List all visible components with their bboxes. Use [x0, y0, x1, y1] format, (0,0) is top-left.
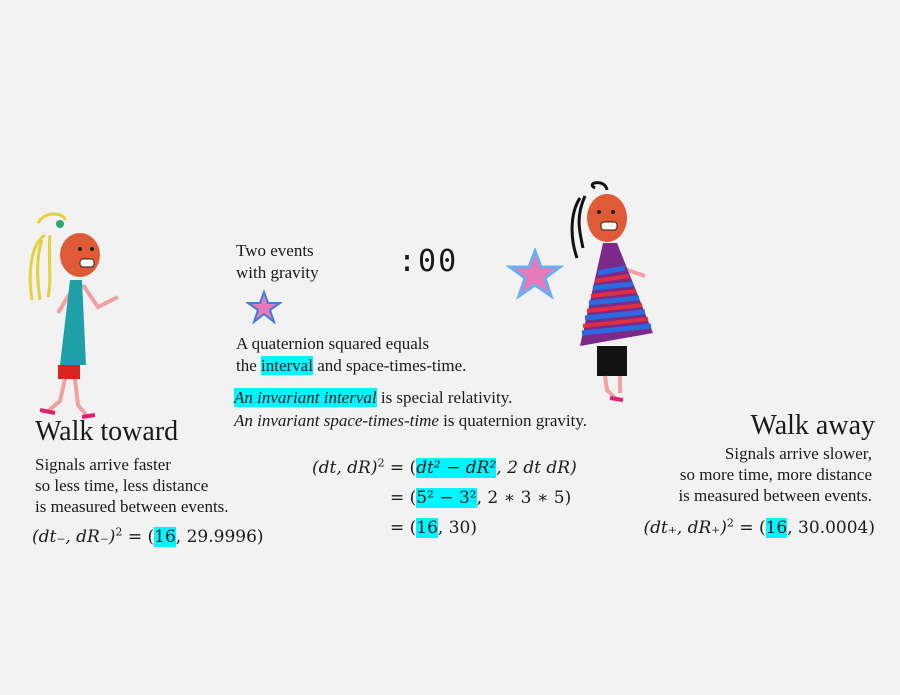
interval-highlight: interval	[261, 356, 313, 375]
equation-highlight: 16	[154, 527, 176, 547]
walk-away-equation: (dt₊, dR₊)2 = (16, 30.0004)	[643, 516, 875, 538]
statement-line: A quaternion squared equals	[236, 334, 430, 353]
equation-highlight: 16	[416, 518, 438, 538]
walk-away-figure	[570, 181, 653, 402]
description-line: so less time, less distance	[35, 476, 209, 495]
equation-highlight: dt² − dR²	[416, 458, 497, 478]
equation-rest: , 2 ∗ 3 ∗ 5)	[476, 488, 572, 508]
title-line: with gravity	[236, 263, 319, 282]
page-title: Two events with gravity	[236, 240, 319, 284]
description-line: is measured between events.	[678, 486, 872, 505]
timer-display: :00	[398, 244, 459, 279]
statement-text: is quaternion gravity.	[438, 411, 587, 430]
title-line: Two events	[236, 241, 314, 260]
equation-lhs: (dt, dR)	[312, 458, 378, 478]
description-line: is measured between events.	[35, 497, 229, 516]
walk-toward-equation: (dt₋, dR₋)2 = (16, 29.9996)	[32, 525, 264, 547]
equation-highlight: 16	[765, 518, 788, 538]
walk-toward-description: Signals arrive faster so less time, less…	[35, 454, 229, 517]
star-icon	[506, 248, 564, 300]
statement-text: the	[236, 356, 262, 375]
walk-toward-heading: Walk toward	[35, 416, 179, 447]
description-line: so more time, more distance	[679, 465, 872, 484]
description-line: Signals arrive slower,	[724, 444, 872, 463]
star-icon	[246, 290, 282, 324]
equation-highlight: 5² − 3²	[416, 488, 477, 508]
equation-rest: , 2 dt dR)	[496, 458, 577, 478]
equation-lhs: (dt₊, dR₊)	[643, 518, 727, 538]
statement-text: and space-times-time.	[312, 356, 467, 375]
quaternion-statement: A quaternion squared equals the interval…	[236, 333, 466, 377]
invariant-interval-highlight: An invariant interval	[234, 388, 377, 407]
statement-italic: An invariant space-times-time	[234, 411, 439, 430]
walk-away-heading: Walk away	[750, 410, 875, 441]
equation-rest: , 30.0004)	[787, 518, 875, 538]
equation-rest: , 30)	[437, 518, 477, 538]
invariant-statement: An invariant interval is special relativ…	[234, 386, 587, 432]
center-equation: (dt, dR)2 = (dt² − dR², 2 dt dR) = (5² −…	[312, 456, 577, 538]
statement-text: is special relativity.	[376, 388, 513, 407]
description-line: Signals arrive faster	[35, 455, 171, 474]
equation-rest: , 29.9996)	[175, 527, 264, 547]
walk-away-description: Signals arrive slower, so more time, mor…	[678, 443, 872, 506]
equation-lhs: (dt₋, dR₋)	[32, 527, 116, 547]
walk-toward-figure	[28, 212, 119, 419]
